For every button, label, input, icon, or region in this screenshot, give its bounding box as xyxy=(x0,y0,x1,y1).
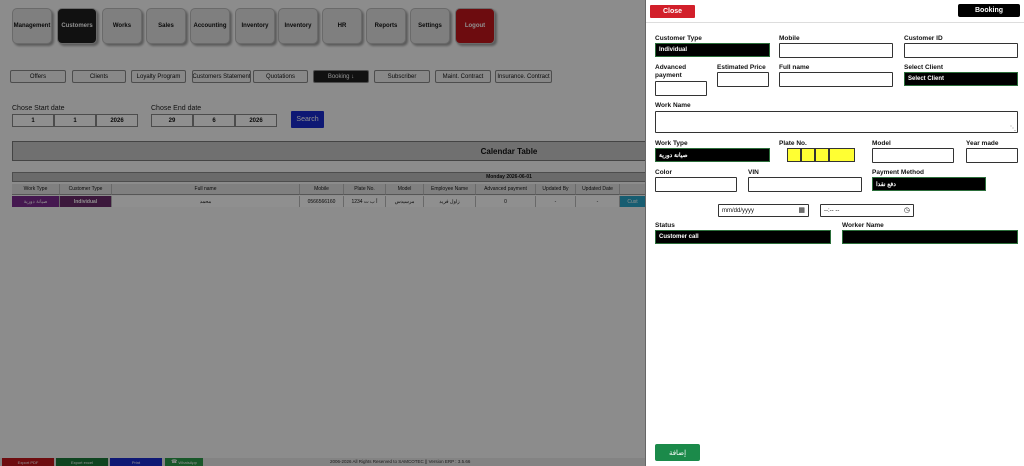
color-label: Color xyxy=(655,169,672,176)
customer-type-label: Customer Type xyxy=(655,35,702,42)
booking-button[interactable]: Booking xyxy=(958,4,1020,17)
plate-field-2[interactable] xyxy=(801,148,815,162)
full-name-label: Full name xyxy=(779,64,810,71)
work-name-textarea[interactable]: ⋱ xyxy=(655,111,1018,133)
advanced-payment-label: Advanced payment xyxy=(655,64,687,79)
estimated-price-label: Estimated Price xyxy=(717,64,766,71)
color-field[interactable] xyxy=(655,177,737,192)
calendar-icon[interactable]: ▦ xyxy=(798,206,805,215)
select-client-dropdown[interactable]: Select Client xyxy=(904,72,1018,86)
plate-field-4[interactable] xyxy=(829,148,855,162)
customer-id-field[interactable] xyxy=(904,43,1018,58)
advanced-payment-field[interactable] xyxy=(655,81,707,96)
year-made-label: Year made xyxy=(966,140,999,147)
work-type-label: Work Type xyxy=(655,140,688,147)
customer-id-label: Customer ID xyxy=(904,35,943,42)
close-button[interactable]: Close xyxy=(650,5,695,18)
time-placeholder: --:-- -- xyxy=(824,207,840,214)
select-client-label: Select Client xyxy=(904,64,944,71)
plate-label: Plate No. xyxy=(779,140,807,147)
resize-handle-icon[interactable]: ⋱ xyxy=(1010,126,1016,132)
vin-field[interactable] xyxy=(748,177,862,192)
payment-method-select[interactable]: دفع نقدا xyxy=(872,177,986,191)
add-booking-button[interactable]: إضافة xyxy=(655,444,700,461)
worker-name-label: Worker Name xyxy=(842,222,884,229)
panel-divider xyxy=(646,22,1024,23)
full-name-field[interactable] xyxy=(779,72,893,87)
plate-field-1[interactable] xyxy=(787,148,801,162)
model-field[interactable] xyxy=(872,148,954,163)
work-name-label: Work Name xyxy=(655,102,691,109)
plate-field-3[interactable] xyxy=(815,148,829,162)
model-label: Model xyxy=(872,140,891,147)
customer-type-select[interactable]: Individual xyxy=(655,43,770,57)
booking-time-input[interactable]: --:-- -- ◷ xyxy=(820,204,914,217)
payment-method-label: Payment Method xyxy=(872,169,925,176)
vin-label: VIN xyxy=(748,169,759,176)
mobile-field[interactable] xyxy=(779,43,893,58)
modal-backdrop[interactable] xyxy=(0,0,645,466)
worker-name-select[interactable] xyxy=(842,230,1018,244)
estimated-price-field[interactable] xyxy=(717,72,769,87)
work-type-select[interactable]: صيانة دورية xyxy=(655,148,770,162)
clock-icon[interactable]: ◷ xyxy=(904,206,910,215)
booking-date-input[interactable]: mm/dd/yyyy ▦ xyxy=(718,204,809,217)
year-made-field[interactable] xyxy=(966,148,1018,163)
date-placeholder: mm/dd/yyyy xyxy=(722,207,755,214)
booking-panel: Close Booking Customer Type Individual M… xyxy=(645,0,1024,466)
mobile-label: Mobile xyxy=(779,35,800,42)
status-label: Status xyxy=(655,222,675,229)
status-select[interactable]: Customer call xyxy=(655,230,831,244)
